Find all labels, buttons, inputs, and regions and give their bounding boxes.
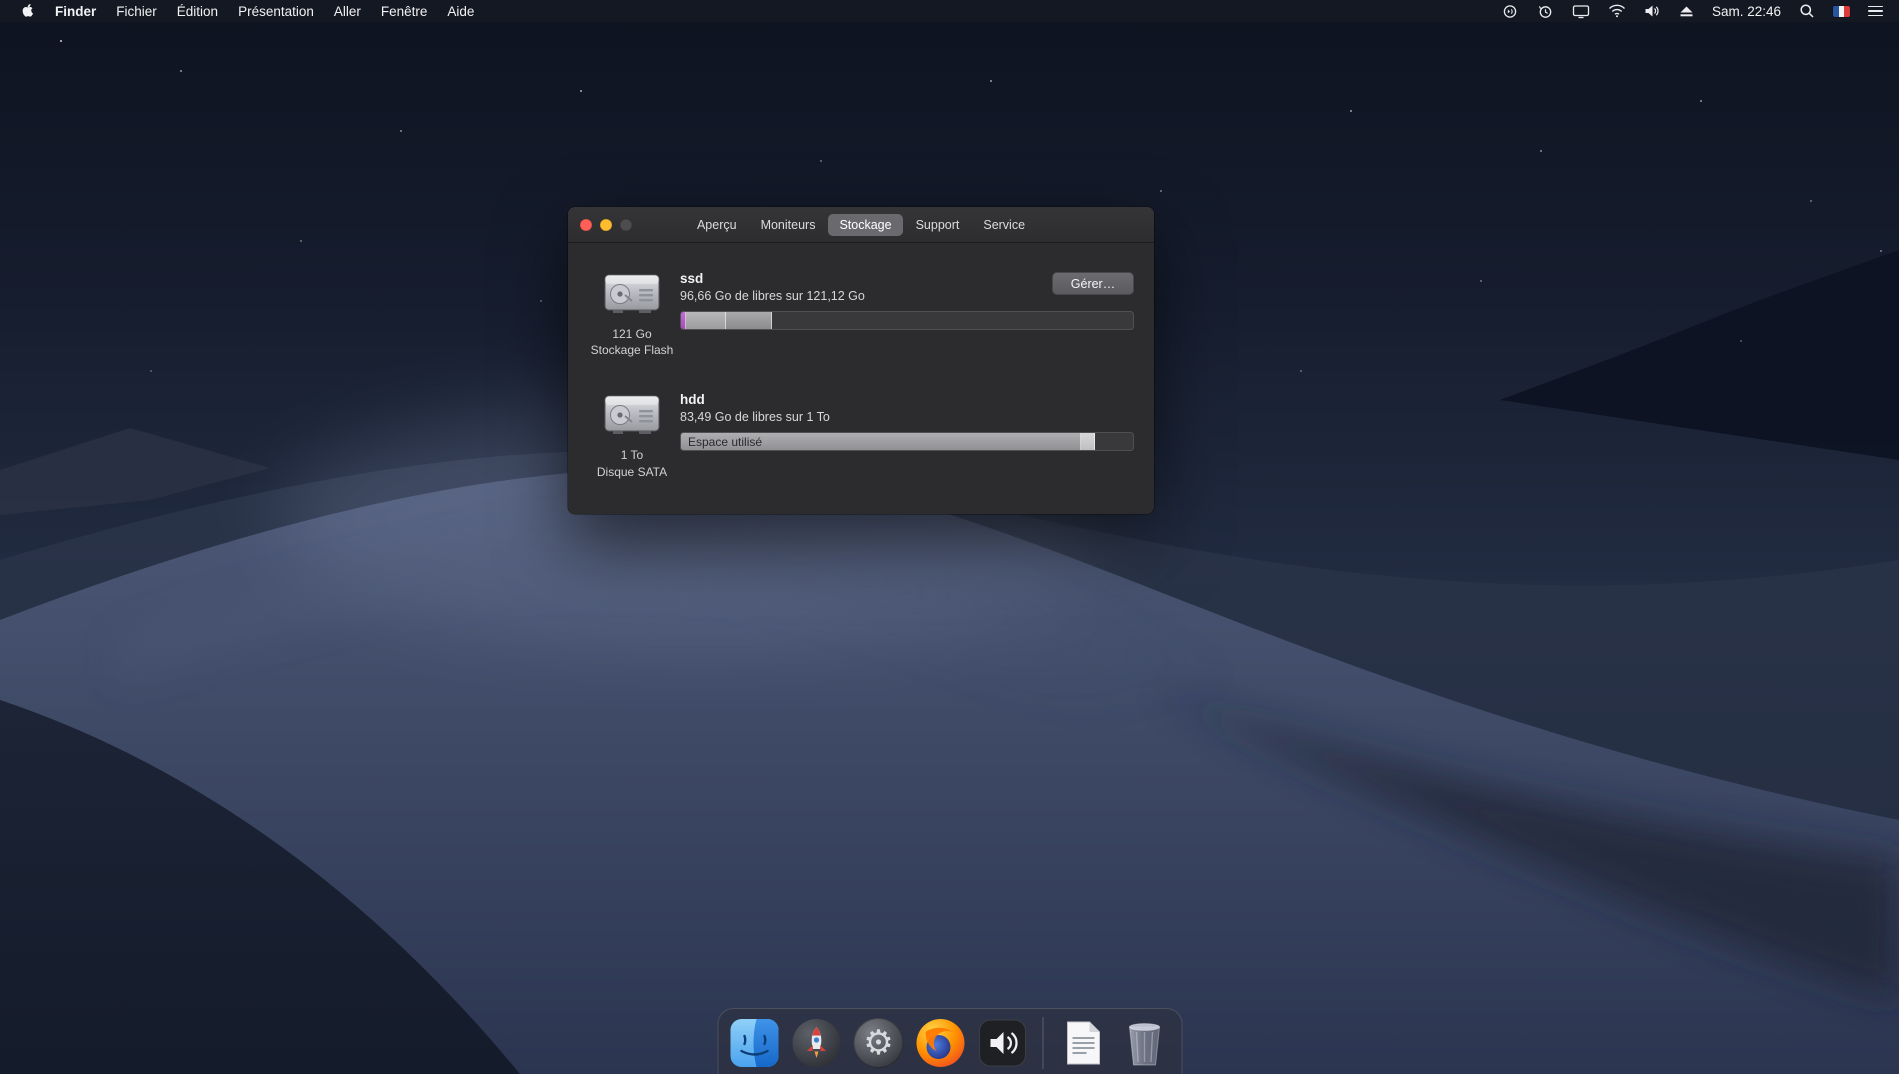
menu-item-aide[interactable]: Aide	[437, 0, 484, 22]
ssd-kind-label: Stockage Flash	[591, 342, 674, 358]
wifi-icon[interactable]	[1600, 0, 1634, 22]
hdd-capacity-label: 1 To	[597, 447, 667, 463]
menu-item-aller[interactable]: Aller	[324, 0, 371, 22]
dock-trash-icon[interactable]	[1118, 1016, 1171, 1069]
dock-firefox-icon[interactable]	[914, 1016, 967, 1069]
window-controls	[580, 207, 632, 242]
window-tab-bar: Aperçu Moniteurs Stockage Support Servic…	[686, 214, 1036, 236]
menu-bar-left: Finder Fichier Édition Présentation Alle…	[0, 0, 484, 22]
hdd-usage-segment-other	[1081, 433, 1095, 450]
apple-icon	[20, 1, 35, 21]
dock: ⚙	[717, 1008, 1182, 1074]
mojave-dunes-artwork	[0, 0, 1899, 1074]
dock-document-icon[interactable]	[1056, 1016, 1109, 1069]
menu-item-fenetre[interactable]: Fenêtre	[371, 0, 438, 22]
zoom-button-disabled	[620, 219, 632, 231]
dock-launchpad-icon[interactable]	[790, 1016, 843, 1069]
ssd-capacity-label: 121 Go	[591, 326, 674, 342]
hdd-usage-bar: Espace utilisé	[680, 432, 1134, 451]
input-source-french-flag-icon[interactable]	[1825, 0, 1858, 22]
window-titlebar[interactable]: Aperçu Moniteurs Stockage Support Servic…	[568, 207, 1154, 243]
menu-bar-status-area: Sam. 22:46	[1493, 0, 1899, 22]
menu-bar: Finder Fichier Édition Présentation Alle…	[0, 0, 1899, 22]
dock-audio-app-icon[interactable]	[976, 1016, 1029, 1069]
tab-moniteurs[interactable]: Moniteurs	[750, 214, 827, 236]
tab-apercu[interactable]: Aperçu	[686, 214, 748, 236]
hdd-usage-bar-label: Espace utilisé	[688, 433, 762, 450]
storage-panel: 121 Go Stockage Flash ssd 96,66 Go de li…	[568, 243, 1154, 480]
hdd-kind-label: Disque SATA	[597, 464, 667, 480]
notification-center-icon[interactable]	[1860, 0, 1891, 22]
drive-row-ssd: 121 Go Stockage Flash ssd 96,66 Go de li…	[584, 269, 1134, 358]
menu-bar-clock[interactable]: Sam. 22:46	[1704, 4, 1789, 19]
internal-drive-icon	[603, 269, 661, 317]
ssd-usage-segment-system	[726, 312, 772, 329]
stars	[60, 40, 62, 42]
minimize-button[interactable]	[600, 219, 612, 231]
apple-menu[interactable]	[10, 0, 45, 22]
spotlight-search-icon[interactable]	[1791, 0, 1823, 22]
ssd-usage-bar	[680, 311, 1134, 330]
desktop-background[interactable]	[0, 0, 1899, 1074]
tab-stockage[interactable]: Stockage	[828, 214, 902, 236]
time-machine-icon[interactable]	[1529, 0, 1562, 22]
dock-system-preferences-icon[interactable]: ⚙	[852, 1016, 905, 1069]
manage-button[interactable]: Gérer…	[1052, 272, 1134, 295]
tab-support[interactable]: Support	[905, 214, 971, 236]
dock-finder-icon[interactable]	[728, 1016, 781, 1069]
menu-item-finder[interactable]: Finder	[45, 0, 106, 22]
ssd-usage-segment-documents	[686, 312, 726, 329]
eject-icon[interactable]	[1671, 0, 1702, 22]
tab-service[interactable]: Service	[972, 214, 1036, 236]
volume-icon[interactable]	[1636, 0, 1669, 22]
menu-item-edition[interactable]: Édition	[167, 0, 228, 22]
display-icon[interactable]	[1564, 0, 1598, 22]
audio-device-icon[interactable]	[1493, 0, 1527, 22]
menu-item-fichier[interactable]: Fichier	[106, 0, 167, 22]
hdd-free-space-text: 83,49 Go de libres sur 1 To	[680, 410, 1134, 424]
close-button[interactable]	[580, 219, 592, 231]
dock-separator	[1042, 1017, 1043, 1069]
hdd-name: hdd	[680, 392, 1134, 407]
drive-row-hdd: 1 To Disque SATA hdd 83,49 Go de libres …	[584, 390, 1134, 479]
menu-item-presentation[interactable]: Présentation	[228, 0, 324, 22]
internal-drive-icon	[603, 390, 661, 438]
about-this-mac-window: Aperçu Moniteurs Stockage Support Servic…	[568, 207, 1154, 514]
